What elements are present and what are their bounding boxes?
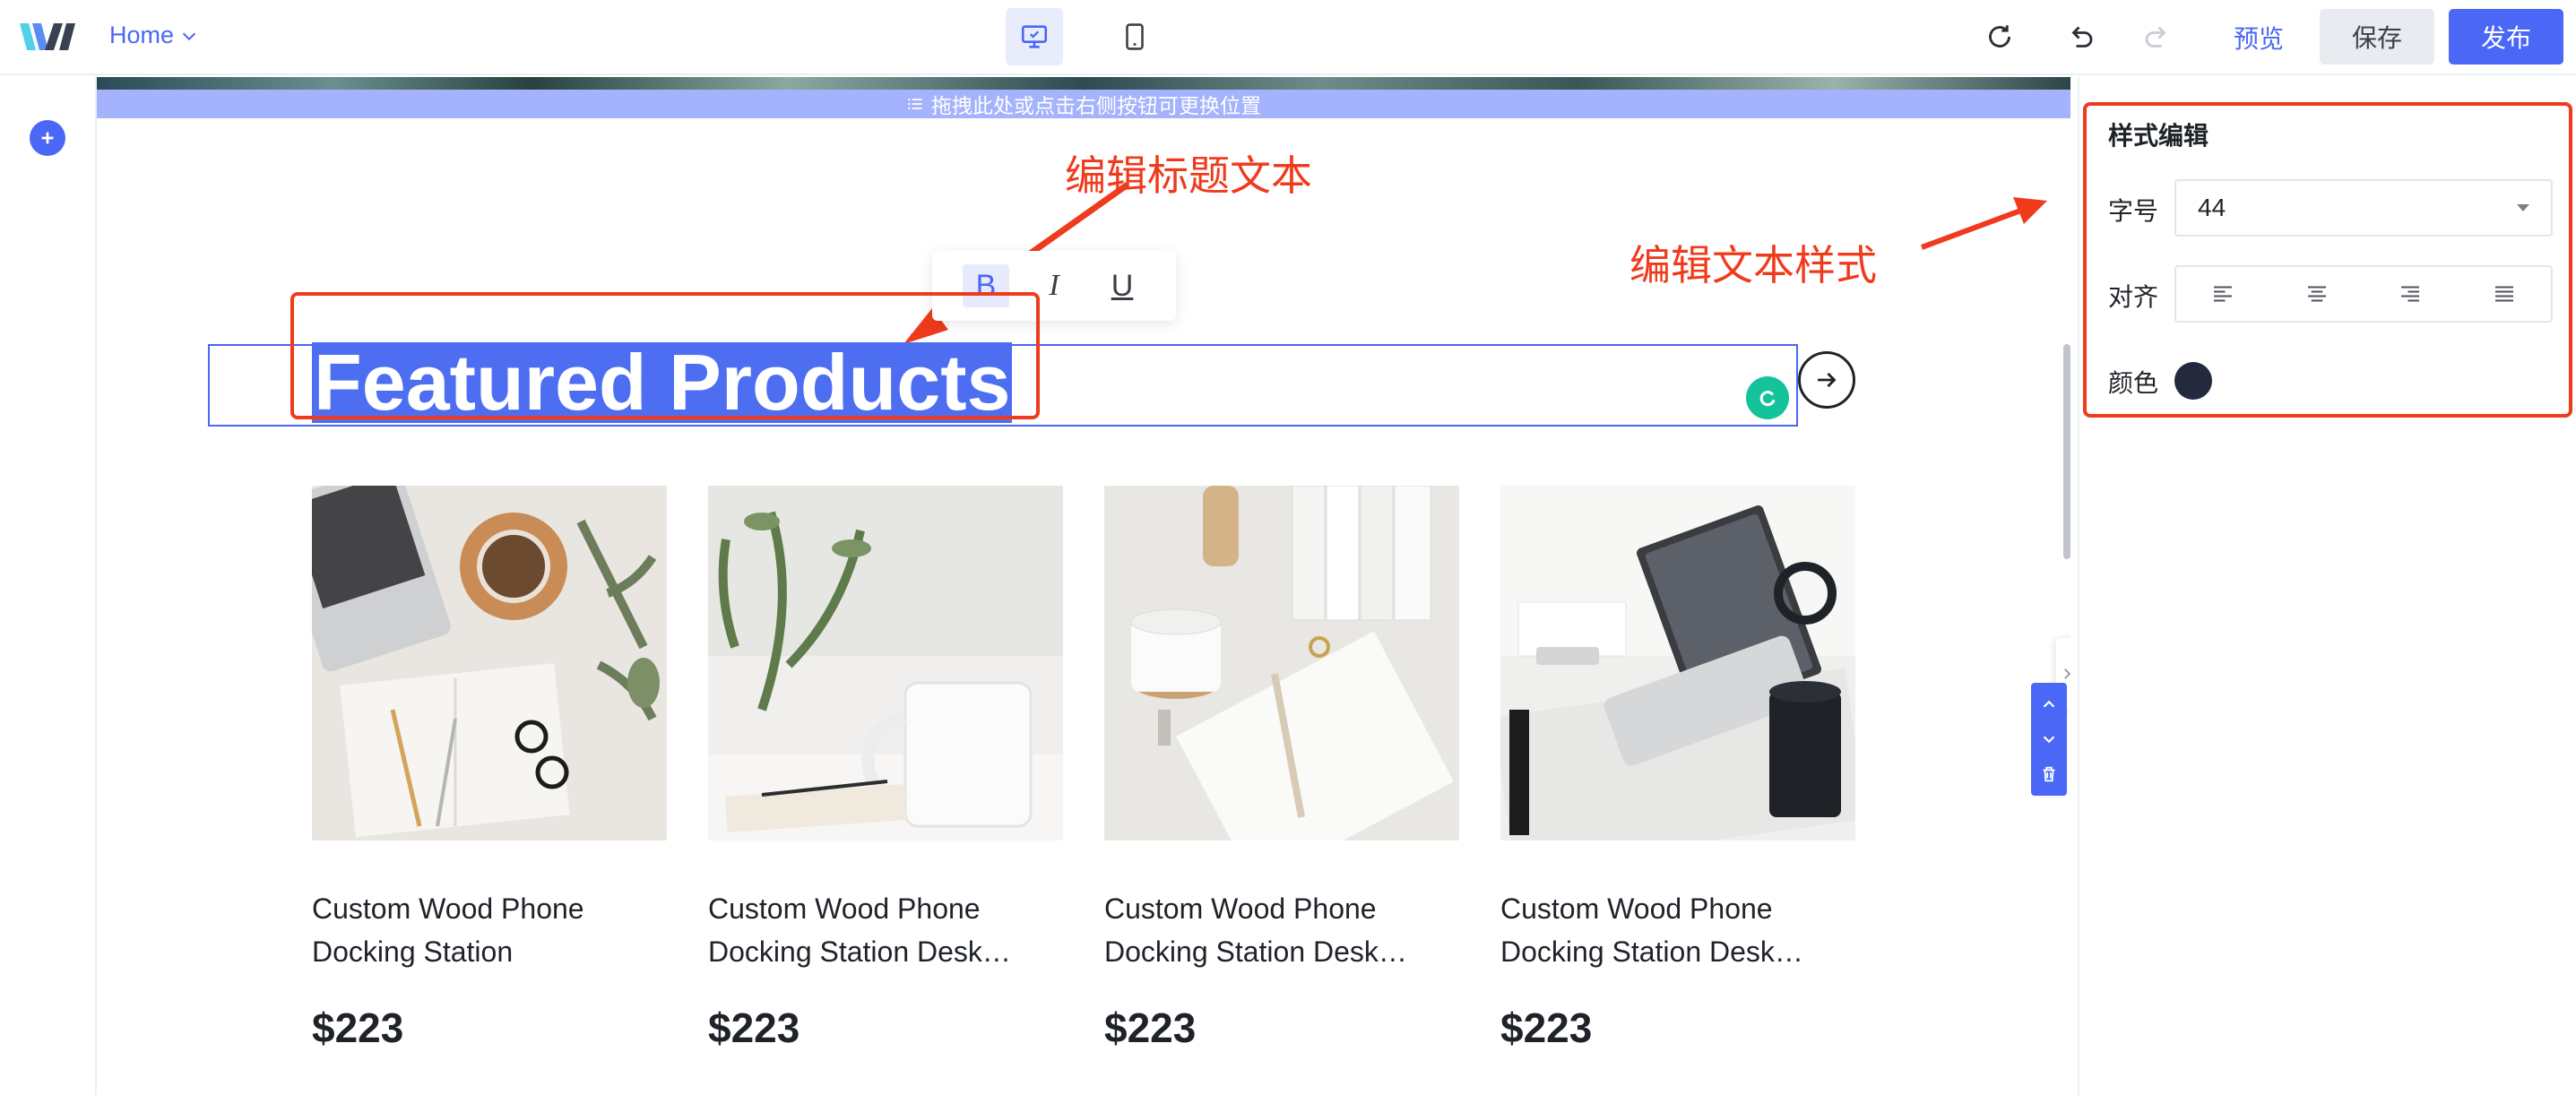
desktop-icon (1021, 25, 1048, 48)
align-center-button[interactable] (2292, 272, 2342, 315)
hero-image-strip (97, 77, 2070, 90)
product-image (312, 486, 667, 841)
product-image (1500, 486, 1855, 841)
product-name[interactable]: Custom Wood Phone Docking Station Desk… (708, 887, 1063, 973)
color-swatch[interactable] (2174, 362, 2212, 400)
product-price: $223 (1500, 1004, 1593, 1051)
section-drag-handle[interactable]: 拖拽此处或点击右侧按钮可更换位置 (97, 90, 2070, 118)
align-center-icon (2307, 286, 2326, 302)
align-label: 对齐 (2108, 283, 2159, 311)
font-size-select[interactable]: 44 (2174, 179, 2553, 237)
underline-button[interactable]: U (1099, 264, 1145, 307)
chevron-right-icon (2064, 668, 2070, 679)
align-left-icon (2214, 286, 2233, 302)
panel-title: 样式编辑 (2108, 122, 2209, 150)
mobile-view-button[interactable] (1106, 8, 1163, 65)
align-justify-button[interactable] (2479, 272, 2529, 315)
plus-icon (41, 132, 54, 144)
annotation-arrow-right-icon (1920, 197, 2047, 250)
chevron-up-icon (2043, 700, 2055, 708)
color-label: 颜色 (2108, 369, 2159, 397)
product-name[interactable]: Custom Wood Phone Docking Station Desk… (1104, 887, 1459, 973)
chevron-down-icon (182, 32, 196, 40)
page-select-label: Home (109, 22, 175, 48)
align-right-icon (2401, 286, 2420, 302)
undo-icon (2071, 26, 2093, 47)
mobile-icon (1126, 23, 1144, 50)
add-section-button[interactable] (30, 120, 65, 156)
product-card[interactable]: Custom Wood Phone Docking Station Desk… … (1500, 486, 1855, 1095)
align-group (2174, 265, 2553, 323)
logo-icon[interactable] (20, 20, 75, 54)
move-up-button[interactable] (2035, 690, 2063, 719)
align-left-button[interactable] (2198, 272, 2248, 315)
save-button[interactable]: 保存 (2320, 9, 2434, 65)
font-size-label: 字号 (2108, 197, 2159, 225)
align-right-button[interactable] (2385, 272, 2435, 315)
product-price: $223 (708, 1004, 800, 1051)
trash-icon (2043, 767, 2055, 782)
desktop-view-button[interactable] (1006, 8, 1063, 65)
font-size-value: 44 (2198, 194, 2226, 221)
redo-icon (2145, 26, 2166, 47)
drag-hint-text: 拖拽此处或点击右侧按钮可更换位置 (931, 94, 1261, 117)
product-name[interactable]: Custom Wood Phone Docking Station Desk… (1500, 887, 1855, 973)
arrow-right-icon (1818, 372, 1837, 388)
delete-section-button[interactable] (2035, 760, 2063, 789)
refresh-button[interactable] (1981, 18, 2018, 56)
annotation-title-highlight (290, 292, 1040, 419)
list-icon (908, 98, 922, 110)
redo-button[interactable] (2139, 18, 2176, 56)
product-image (708, 486, 1063, 841)
product-name[interactable]: Custom Wood Phone Docking Station (312, 887, 667, 973)
product-card[interactable]: Custom Wood Phone Docking Station Desk… … (1104, 486, 1459, 1095)
product-price: $223 (1104, 1004, 1197, 1051)
annotation-edit-style: 编辑文本样式 (1629, 241, 1877, 289)
undo-button[interactable] (2062, 18, 2099, 56)
grammar-check-icon[interactable] (1746, 376, 1789, 419)
product-card[interactable]: Custom Wood Phone Docking Station Desk… … (708, 486, 1063, 1095)
publish-button[interactable]: 发布 (2449, 9, 2563, 65)
refresh-icon (1989, 25, 2010, 47)
chevron-down-icon (2043, 736, 2055, 744)
top-bar: Home 预览 保存 发布 (0, 0, 2576, 75)
page-select[interactable]: Home (109, 22, 199, 49)
preview-link[interactable]: 预览 (2234, 20, 2284, 56)
section-controls (2031, 683, 2067, 796)
align-justify-icon (2494, 286, 2513, 302)
product-card[interactable]: Custom Wood Phone Docking Station $223 (312, 486, 667, 1095)
canvas-scrollbar[interactable] (2063, 344, 2070, 559)
caret-down-icon (2517, 204, 2529, 211)
left-toolbar (0, 77, 97, 1095)
product-image (1104, 486, 1459, 841)
editor-canvas: 拖拽此处或点击右侧按钮可更换位置 编辑标题文本 编辑文本样式 B I U Fea… (97, 77, 2070, 1095)
product-price: $223 (312, 1004, 404, 1051)
view-all-arrow-button[interactable] (1798, 351, 1855, 409)
move-down-button[interactable] (2035, 725, 2063, 754)
